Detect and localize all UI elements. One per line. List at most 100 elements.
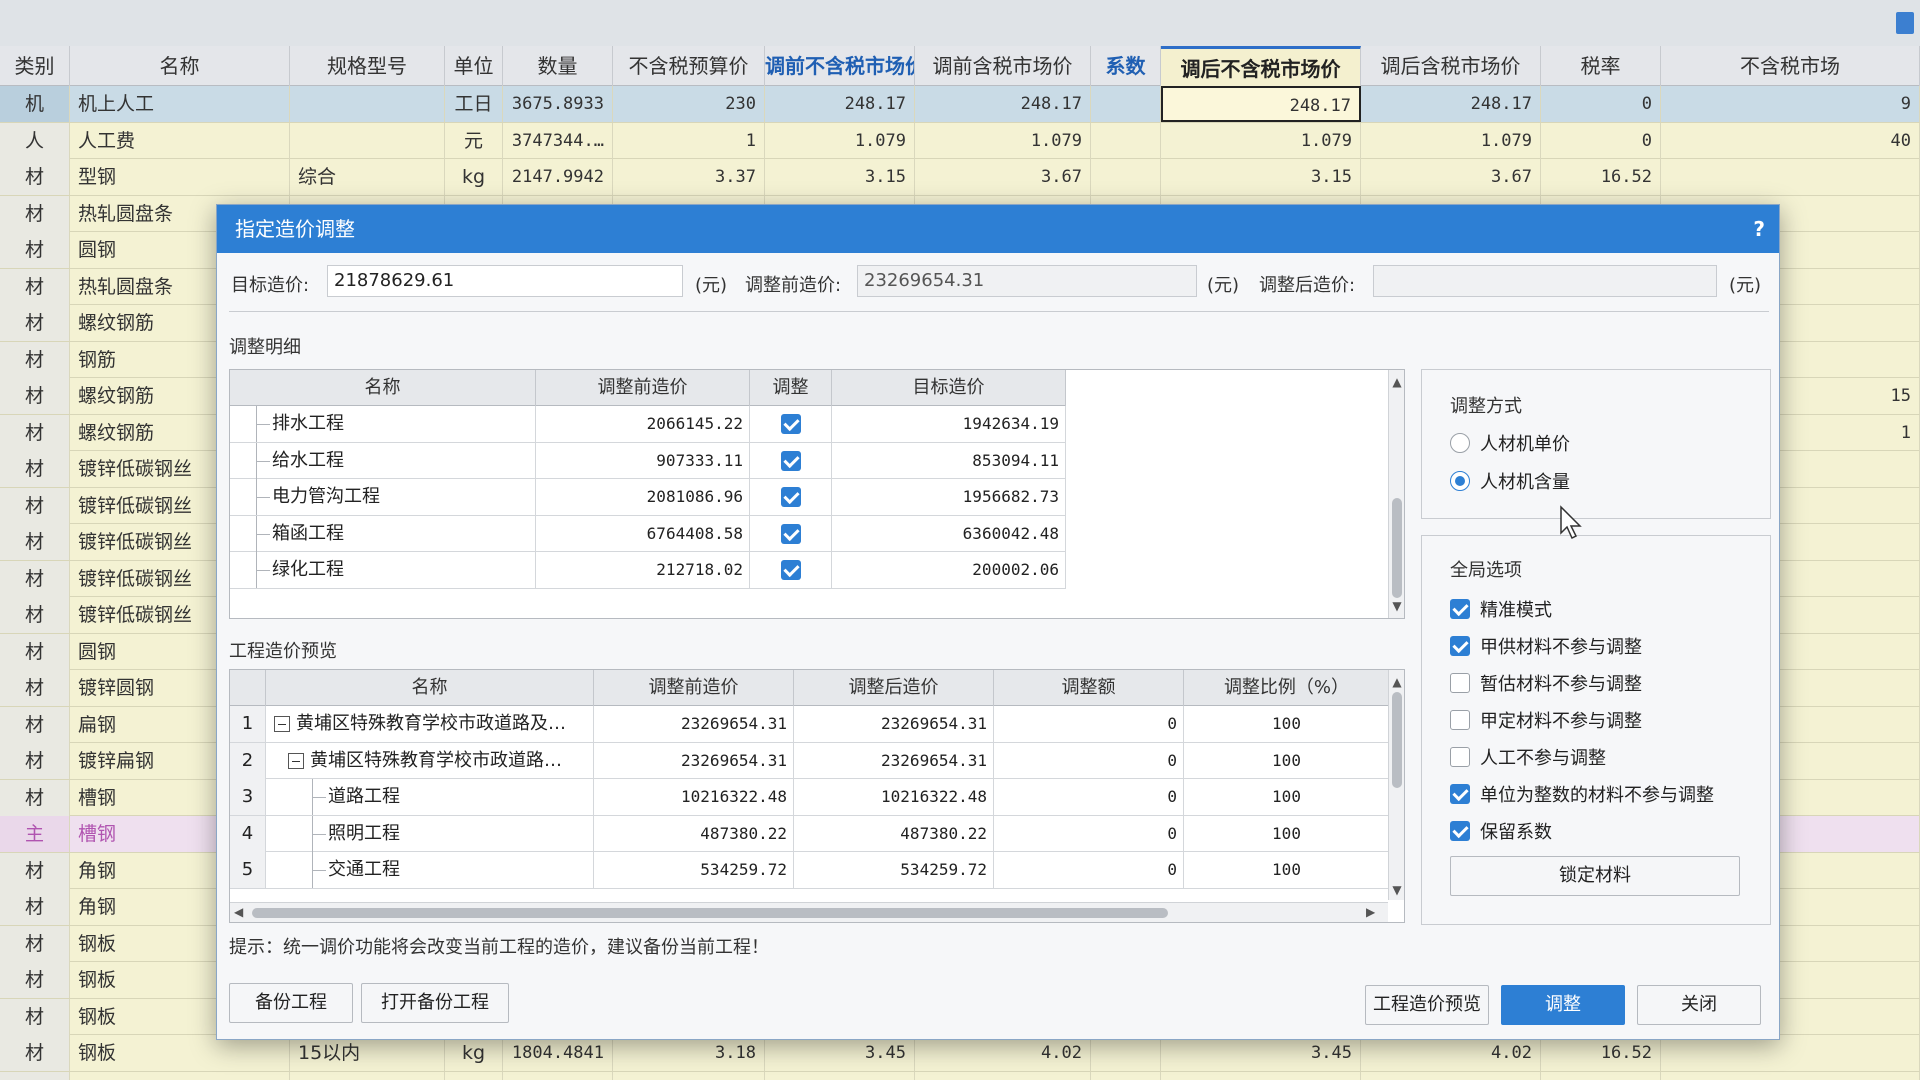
preview-table-row[interactable]: 2 黄埔区特殊教育学校市政道路… 23269654.31 23269654.31 0 10… xyxy=(230,742,1390,779)
global-option[interactable]: 人工不参与调整 xyxy=(1450,744,1606,770)
adjust-checkbox[interactable] xyxy=(780,487,801,507)
sheet-cell-pre-in[interactable]: 4.02 xyxy=(915,1035,1091,1071)
sheet-col-header[interactable]: 不含税预算价 xyxy=(613,46,765,86)
preview-table-row[interactable]: 3 道路工程 10216322.48 10216322.48 0 100 xyxy=(230,779,1390,816)
sheet-col-header[interactable]: 调前不含税市场价 xyxy=(765,46,915,86)
sheet-cell-extra[interactable] xyxy=(1661,1035,1920,1071)
sheet-cell-extra[interactable]: 9 xyxy=(1661,86,1920,122)
sheet-col-header[interactable]: 名称 xyxy=(70,46,290,86)
sheet-col-header[interactable]: 单位 xyxy=(445,46,503,86)
collapse-icon[interactable] xyxy=(288,752,304,769)
scroll-down-icon[interactable]: ▼ xyxy=(1389,598,1404,614)
sheet-cell-pre-ex[interactable] xyxy=(765,1071,915,1080)
sheet-cell-pre-ex[interactable]: 3.45 xyxy=(765,1035,915,1071)
adjust-checkbox[interactable] xyxy=(780,523,801,544)
radio-button[interactable] xyxy=(1450,433,1470,453)
global-option[interactable]: 单位为整数的材料不参与调整 xyxy=(1450,781,1714,807)
scroll-down-icon[interactable]: ▼ xyxy=(1389,882,1404,898)
sheet-row[interactable]: 材钢板 15以内 kg 1804.4841 3.18 3.45 4.02 3.45 4.02 16… xyxy=(0,1035,1920,1072)
preview-table-row[interactable]: 1 黄埔区特殊教育学校市政道路及… 23269654.31 23269654.31 0 1… xyxy=(230,706,1390,743)
detail-cell-target[interactable]: 1942634.19 xyxy=(832,406,1066,442)
sheet-cell-pre-in[interactable]: 248.17 xyxy=(915,86,1091,122)
help-icon[interactable]: ? xyxy=(1753,205,1765,253)
global-option[interactable]: 甲供材料不参与调整 xyxy=(1450,633,1642,659)
sheet-cell-tax[interactable]: 16.52 xyxy=(1541,159,1661,195)
col-adjust[interactable]: 调整 xyxy=(750,370,832,406)
detail-cell-target[interactable]: 6360042.48 xyxy=(832,515,1066,552)
backup-project-button[interactable]: 备份工程 xyxy=(229,983,353,1023)
detail-table-row[interactable]: 绿化工程 212718.02 200002.06 xyxy=(230,552,1066,589)
sheet-cell-budget[interactable]: 230 xyxy=(613,86,765,122)
col-diff[interactable]: 调整额 xyxy=(994,670,1184,706)
sheet-cell-qty[interactable]: 3747344.… xyxy=(503,122,613,159)
collapse-icon[interactable] xyxy=(274,716,290,732)
sheet-cell-coef[interactable] xyxy=(1091,159,1161,195)
sheet-cell-pre-ex[interactable]: 248.17 xyxy=(765,86,915,122)
col-before[interactable]: 调整前造价 xyxy=(594,670,794,706)
detail-scrollbar[interactable]: ▲ ▼ xyxy=(1388,370,1404,618)
detail-table-row[interactable]: 给水工程 907333.11 853094.11 xyxy=(230,442,1066,479)
detail-cell-adjust[interactable] xyxy=(750,406,832,442)
sheet-cell-qty[interactable] xyxy=(503,1071,613,1080)
option-checkbox[interactable] xyxy=(1450,784,1470,804)
detail-cell-adjust[interactable] xyxy=(750,442,832,479)
global-option[interactable]: 甲定材料不参与调整 xyxy=(1450,707,1642,733)
sheet-cell-pre-in[interactable]: 3.67 xyxy=(915,159,1091,195)
sheet-cell-post-ex[interactable]: 3.15 xyxy=(1161,159,1361,195)
detail-cell-adjust[interactable] xyxy=(750,479,832,515)
sheet-cell-tax[interactable]: 0 xyxy=(1541,86,1661,122)
sheet-cell-extra[interactable]: 40 xyxy=(1661,122,1920,159)
option-checkbox[interactable] xyxy=(1450,710,1470,730)
sheet-cell-post-ex[interactable]: 248.17 xyxy=(1161,86,1361,122)
sheet-col-header[interactable]: 数量 xyxy=(503,46,613,86)
detail-cell-target[interactable]: 1956682.73 xyxy=(832,479,1066,515)
scroll-left-icon[interactable]: ◀ xyxy=(234,905,243,919)
option-checkbox[interactable] xyxy=(1450,673,1470,693)
sheet-col-header[interactable]: 类别 xyxy=(0,46,70,86)
sheet-col-header[interactable]: 税率 xyxy=(1541,46,1661,86)
sheet-cell-post-in[interactable]: 4.02 xyxy=(1361,1035,1541,1071)
global-option[interactable]: 暂估材料不参与调整 xyxy=(1450,670,1642,696)
sheet-row[interactable]: 材镀锌波纹钢板 xyxy=(0,1071,1920,1080)
col-before[interactable]: 调整前造价 xyxy=(536,370,750,406)
sheet-cell-tax[interactable] xyxy=(1541,1071,1661,1080)
sheet-cell-pre-ex[interactable]: 1.079 xyxy=(765,122,915,159)
detail-table-row[interactable]: 箱函工程 6764408.58 6360042.48 xyxy=(230,515,1066,552)
scroll-right-icon[interactable]: ▶ xyxy=(1366,905,1375,919)
global-option[interactable]: 精准模式 xyxy=(1450,596,1552,622)
sheet-cell-budget[interactable] xyxy=(613,1071,765,1080)
detail-cell-target[interactable]: 853094.11 xyxy=(832,442,1066,479)
hscroll-thumb[interactable] xyxy=(252,908,1168,918)
option-checkbox[interactable] xyxy=(1450,636,1470,656)
global-option[interactable]: 保留系数 xyxy=(1450,818,1552,844)
sheet-cell-pre-ex[interactable]: 3.15 xyxy=(765,159,915,195)
sheet-cell-tax[interactable]: 0 xyxy=(1541,122,1661,159)
detail-cell-adjust[interactable] xyxy=(750,515,832,552)
detail-table-row[interactable]: 排水工程 2066145.22 1942634.19 xyxy=(230,406,1066,443)
option-checkbox[interactable] xyxy=(1450,747,1470,767)
sheet-cell-pre-in[interactable] xyxy=(915,1071,1091,1080)
sheet-col-header[interactable]: 调后不含税市场价 xyxy=(1161,46,1361,86)
sheet-row[interactable]: 机机上人工 工日 3675.8933 230 248.17 248.17 248.17 248… xyxy=(0,86,1920,123)
sheet-row[interactable]: 材型钢 综合 kg 2147.9942 3.37 3.15 3.67 3.15 3.67 16.5… xyxy=(0,159,1920,196)
sheet-cell-post-in[interactable]: 248.17 xyxy=(1361,86,1541,122)
sheet-cell-extra[interactable] xyxy=(1661,1071,1920,1080)
preview-table-row[interactable]: 5 交通工程 534259.72 534259.72 0 100 xyxy=(230,852,1390,889)
target-price-input[interactable]: 21878629.61 xyxy=(327,265,683,297)
col-name[interactable]: 名称 xyxy=(266,670,594,706)
detail-cell-target[interactable]: 200002.06 xyxy=(832,552,1066,588)
preview-vscrollbar[interactable]: ▲ ▼ xyxy=(1388,670,1404,900)
sheet-cell-tax[interactable]: 16.52 xyxy=(1541,1035,1661,1071)
col-ratio[interactable]: 调整比例（%） xyxy=(1184,670,1390,706)
sheet-row[interactable]: 人人工费元 3747344.… 1 1.079 1.079 1.079 1.079 0 40 xyxy=(0,122,1920,159)
sheet-cell-extra[interactable] xyxy=(1661,159,1920,195)
sheet-cell-budget[interactable]: 3.18 xyxy=(613,1035,765,1071)
col-name[interactable]: 名称 xyxy=(230,370,536,406)
adjust-checkbox[interactable] xyxy=(780,450,801,471)
sheet-cell-coef[interactable] xyxy=(1091,122,1161,159)
sheet-cell-budget[interactable]: 1 xyxy=(613,122,765,159)
option-checkbox[interactable] xyxy=(1450,599,1470,619)
sheet-cell-post-in[interactable] xyxy=(1361,1071,1541,1080)
adjust-checkbox[interactable] xyxy=(780,560,801,580)
sheet-cell-post-in[interactable]: 1.079 xyxy=(1361,122,1541,159)
